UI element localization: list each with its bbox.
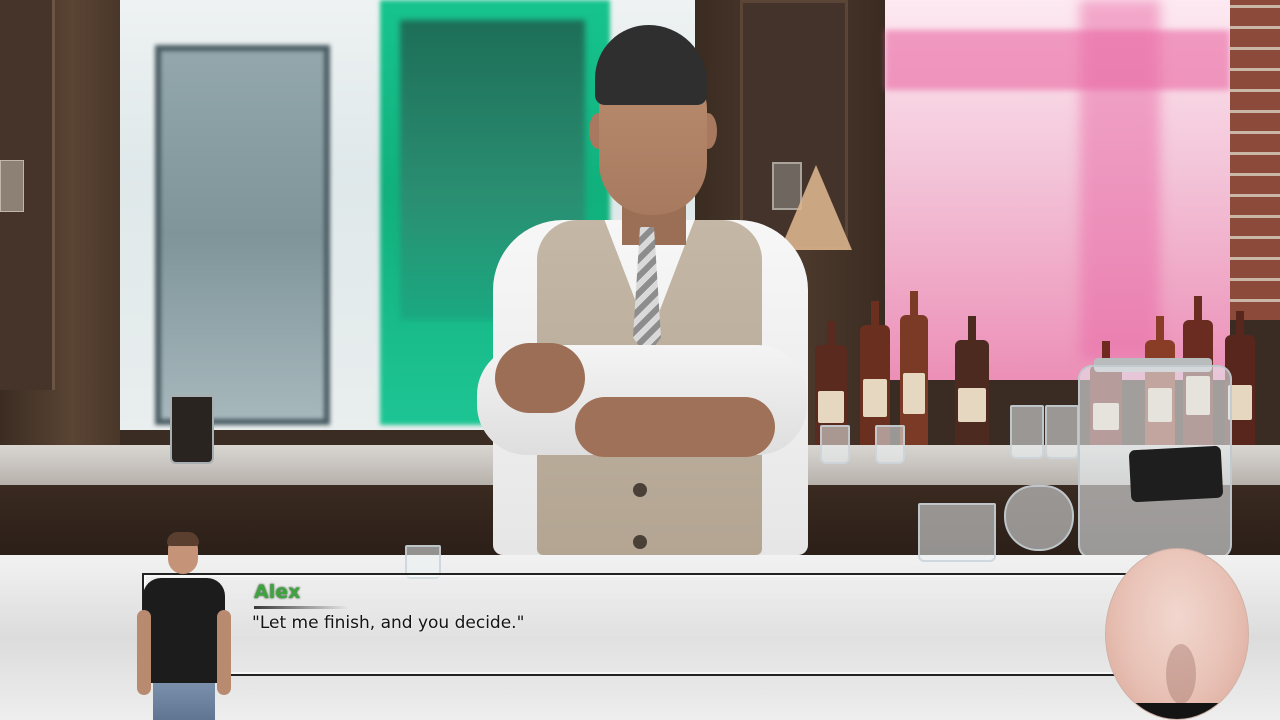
jar-label [1128,445,1224,503]
wine-glass [1004,485,1074,551]
bottle [955,316,989,460]
portrait-arm [217,610,231,695]
portrait-arm [137,610,151,695]
speaker-name: Alex [254,581,301,603]
shot-glass [170,395,214,464]
vest-button [633,535,647,549]
light-switch [0,160,24,212]
street-door-blurred [155,45,330,425]
shot-glass [1045,405,1079,459]
pink-storefront-blurred [885,30,1230,90]
game-scene[interactable]: Alex "Let me finish, and you decide." [0,0,1280,720]
portrait-shirt [143,578,225,683]
closeup-shadow [1166,644,1196,704]
closeup-fabric [1106,703,1248,719]
portrait-hair [167,532,199,546]
portrait-jeans [153,680,215,720]
vest-button [633,483,647,497]
bartender-forearm [575,397,775,457]
shot-glass [875,425,905,464]
character-portrait-alex [135,530,235,720]
dialogue-text: "Let me finish, and you decide." [252,613,525,633]
speaker-name-underline [254,606,349,609]
bartender-hair [595,25,707,105]
bartender-character [475,25,815,555]
character-closeup-portrait [1105,548,1249,720]
shot-glass [820,425,850,464]
shot-glass [1010,405,1044,459]
bartender-hand [495,343,585,413]
tumbler-glass [918,503,996,562]
